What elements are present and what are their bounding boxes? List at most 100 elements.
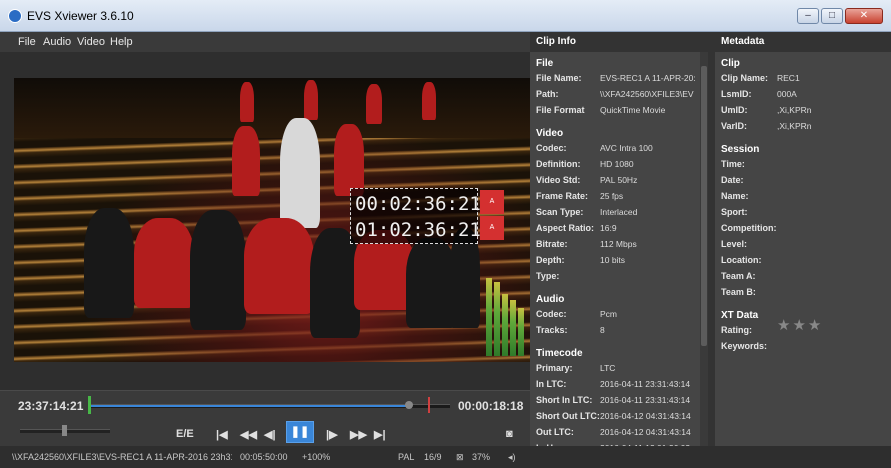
metadata-header: Metadata bbox=[715, 32, 891, 52]
goto-end-button[interactable]: ▶| bbox=[374, 428, 386, 441]
status-zoom: 37% bbox=[472, 452, 491, 462]
timecode-tag-2: A bbox=[480, 216, 504, 240]
status-bar-right bbox=[530, 446, 891, 468]
goto-start-button[interactable]: |◀ bbox=[216, 428, 228, 441]
field-value: LTC bbox=[600, 363, 616, 373]
audio-meter-bar bbox=[510, 300, 516, 356]
audio-level-meter bbox=[486, 276, 526, 356]
menu-bar: File Audio Video Help bbox=[0, 32, 530, 52]
audio-meter-bar bbox=[502, 294, 508, 356]
status-standard: PAL bbox=[398, 452, 415, 462]
video-frame[interactable]: 00:02:36:21 01:02:36:21 A A bbox=[14, 78, 530, 362]
jog-slider-handle[interactable] bbox=[62, 425, 67, 436]
fast-rewind-button[interactable]: ◀◀ bbox=[240, 428, 257, 441]
field-value: ,Xi,KPRn bbox=[777, 121, 812, 131]
timecode-overlay: 00:02:36:21 01:02:36:21 bbox=[350, 188, 481, 244]
duration-timecode: 00:00:18:18 bbox=[458, 399, 524, 413]
field-label: Date: bbox=[721, 175, 744, 185]
field-label: Bitrate: bbox=[536, 239, 568, 249]
field-label: Frame Rate: bbox=[536, 191, 589, 201]
field-value: 8 bbox=[600, 325, 605, 335]
menu-audio[interactable]: Audio bbox=[43, 36, 71, 48]
field-value: 2016-04-12 04:31:43:14 bbox=[600, 427, 691, 437]
close-button[interactable]: ✕ bbox=[845, 8, 883, 24]
section-title: XT Data bbox=[721, 310, 759, 321]
timecode-line-1: 00:02:36:21 bbox=[355, 193, 481, 215]
dancer-figure bbox=[304, 80, 318, 120]
field-label: Clip Name: bbox=[721, 73, 769, 83]
dancer-figure bbox=[422, 82, 436, 120]
rating-stars[interactable]: ★★★ bbox=[777, 316, 823, 334]
timeline-progress bbox=[88, 405, 406, 407]
field-label: VarID: bbox=[721, 121, 748, 131]
volume-icon[interactable]: ◂) bbox=[508, 452, 516, 463]
section-title: File bbox=[536, 58, 554, 69]
dancer-figure bbox=[280, 118, 320, 228]
field-value: QuickTime Movie bbox=[600, 105, 666, 115]
field-label: File Format bbox=[536, 105, 585, 115]
field-value: 10 bits bbox=[600, 255, 626, 265]
field-label: Codec: bbox=[536, 143, 567, 153]
field-value: 000A bbox=[777, 89, 797, 99]
field-value: AVC Intra 100 bbox=[600, 143, 653, 153]
field-label: UmID: bbox=[721, 105, 748, 115]
window-controls: – □ ✕ bbox=[797, 8, 883, 24]
clip-info-scrollbar[interactable] bbox=[700, 52, 708, 446]
ee-button[interactable]: E/E bbox=[176, 428, 194, 440]
field-value: 2016-04-11 23:31:43:14 bbox=[600, 395, 691, 405]
dancer-figure bbox=[244, 218, 314, 314]
field-label: Time: bbox=[721, 159, 745, 169]
field-label: Short Out LTC: bbox=[536, 411, 600, 421]
dancer-figure bbox=[134, 218, 194, 308]
field-value: 112 Mbps bbox=[600, 239, 637, 249]
timeline-bar[interactable] bbox=[88, 404, 450, 408]
field-value: 16:9 bbox=[600, 223, 617, 233]
playhead-handle[interactable] bbox=[405, 401, 413, 409]
section-title: Video bbox=[536, 128, 564, 139]
fast-forward-button[interactable]: ▶▶ bbox=[350, 428, 367, 441]
zoom-fit-icon[interactable]: ⊠ bbox=[456, 452, 464, 463]
field-label: Name: bbox=[721, 191, 749, 201]
panel-splitter[interactable] bbox=[708, 32, 715, 468]
section-title: Session bbox=[721, 144, 760, 155]
menu-help[interactable]: Help bbox=[110, 36, 133, 48]
status-path: \\XFA242560\XFILE3\EVS-REC1 A 11-APR-201… bbox=[12, 452, 232, 462]
clip-info-header: Clip Info bbox=[530, 32, 708, 52]
audio-meter-bar bbox=[494, 282, 500, 356]
field-value: Pcm bbox=[600, 309, 617, 319]
field-label: Depth: bbox=[536, 255, 565, 265]
dancer-figure bbox=[190, 210, 246, 330]
maximize-button[interactable]: □ bbox=[821, 8, 843, 24]
field-label: Short In LTC: bbox=[536, 395, 593, 405]
field-label: Out LTC: bbox=[536, 427, 574, 437]
field-label: Keywords: bbox=[721, 341, 768, 351]
scrollbar-thumb[interactable] bbox=[701, 66, 707, 346]
mark-out-handle[interactable] bbox=[428, 397, 430, 413]
camera-icon[interactable]: ◙ bbox=[506, 428, 513, 440]
field-label: Team A: bbox=[721, 271, 756, 281]
window-title: EVS Xviewer 3.6.10 bbox=[27, 9, 134, 23]
field-label: Path: bbox=[536, 89, 559, 99]
field-value: PAL 50Hz bbox=[600, 175, 638, 185]
section-title: Timecode bbox=[536, 348, 583, 359]
dancer-figure bbox=[406, 238, 456, 328]
dancer-figure bbox=[84, 208, 134, 318]
status-aspect: 16/9 bbox=[424, 452, 442, 462]
step-back-button[interactable]: ◀| bbox=[264, 428, 276, 441]
field-value: ,Xi,KPRn bbox=[777, 105, 812, 115]
field-label: Sport: bbox=[721, 207, 748, 217]
minimize-button[interactable]: – bbox=[797, 8, 819, 24]
dancer-figure bbox=[240, 82, 254, 122]
status-bar: \\XFA242560\XFILE3\EVS-REC1 A 11-APR-201… bbox=[0, 446, 530, 468]
dancer-figure bbox=[334, 124, 364, 196]
menu-video[interactable]: Video bbox=[77, 36, 105, 48]
mark-in-handle[interactable] bbox=[88, 396, 91, 414]
field-label: Codec: bbox=[536, 309, 567, 319]
menu-file[interactable]: File bbox=[18, 36, 36, 48]
field-label: Tracks: bbox=[536, 325, 568, 335]
pause-button[interactable]: ❚❚ bbox=[286, 421, 314, 443]
field-value: REC1 bbox=[777, 73, 800, 83]
dancer-figure bbox=[310, 228, 360, 338]
stage-backdrop bbox=[14, 78, 530, 138]
step-forward-button[interactable]: |▶ bbox=[326, 428, 338, 441]
